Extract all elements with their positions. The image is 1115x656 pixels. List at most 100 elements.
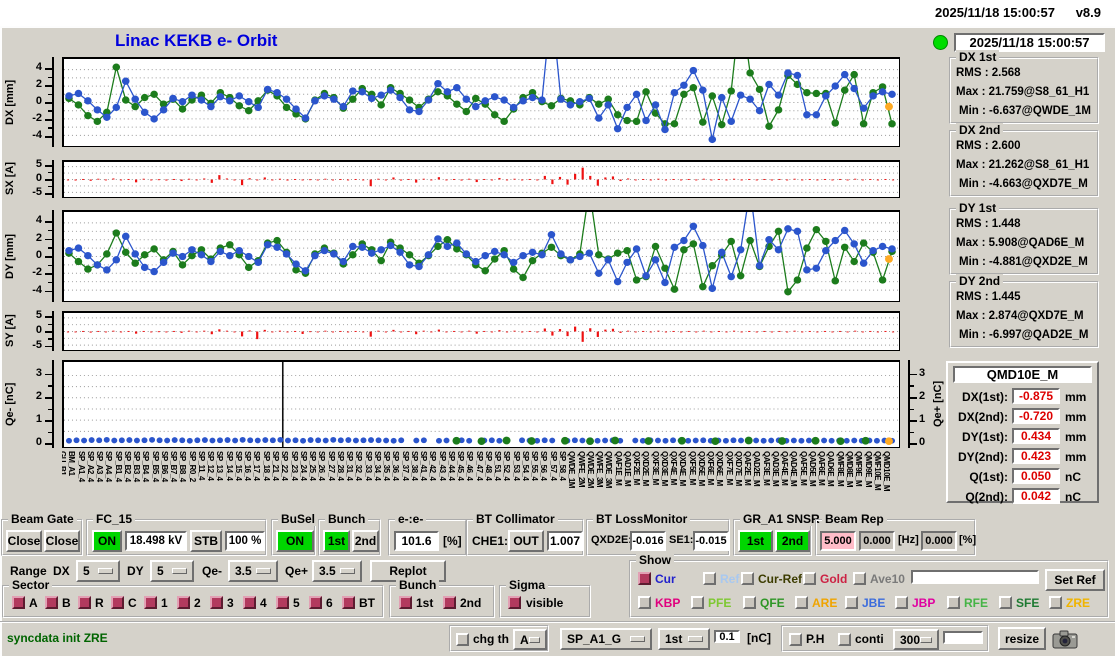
sector-checkbox-4[interactable] <box>243 596 256 609</box>
sector-checkbox-b[interactable] <box>45 596 58 609</box>
stats-min: Min : -6.997@QAD2E_M <box>959 329 1089 341</box>
monitor-row-value: 0.042 <box>1012 488 1060 504</box>
monitor-row-label: DY(2nd): <box>958 450 1008 464</box>
show-checkbox-jbe[interactable] <box>845 596 858 609</box>
screenshot-button[interactable] <box>1050 626 1080 651</box>
fc15-duty-value: 100 % <box>225 531 265 551</box>
bunch-2nd-button[interactable]: 2nd <box>352 530 379 552</box>
che1-out-button[interactable]: OUT <box>508 530 544 552</box>
xaxis-label: QXD2E_M <box>641 451 651 486</box>
xaxis-label: SP_17_4 <box>252 451 262 481</box>
major-tick-right <box>910 397 917 399</box>
busel-on-button[interactable]: ON <box>276 530 314 552</box>
xaxis-label: SP_23_4 <box>289 451 299 481</box>
busel-group: BuSel ON <box>271 512 319 556</box>
show-checkbox-kbp[interactable] <box>638 596 651 609</box>
show-checkbox-pfe[interactable] <box>691 596 704 609</box>
xaxis-label: QAF4E_M <box>780 451 790 486</box>
bunch-select-label: Bunch <box>396 578 440 592</box>
sector-checkbox-5[interactable] <box>276 596 289 609</box>
threshold-unit: [nC] <box>747 631 771 645</box>
range-dx-select[interactable]: 5 <box>76 560 120 582</box>
xaxis-label: QMF9E_M <box>854 451 864 487</box>
plot-q <box>62 360 900 448</box>
show-item-label: JBP <box>912 596 936 610</box>
range-dy-select[interactable]: 5 <box>150 560 194 582</box>
show-checkbox-qfe[interactable] <box>743 596 756 609</box>
bunch-1st-button[interactable]: 1st <box>323 530 350 552</box>
optionmenu-dash <box>256 568 271 574</box>
ref-name-input[interactable] <box>911 570 1039 584</box>
resize-button[interactable]: resize <box>998 627 1046 650</box>
show-checkbox-gold[interactable] <box>803 572 816 585</box>
bunch-checkbox-2nd[interactable] <box>443 596 456 609</box>
beam-gate-label: Beam Gate <box>8 512 77 526</box>
show-checkbox-sfe[interactable] <box>999 596 1012 609</box>
xaxis-label: QAD4E_M <box>789 451 799 487</box>
sector-checkbox-a[interactable] <box>12 596 25 609</box>
stats-box-title: DY 2nd <box>956 274 1004 288</box>
titlebar: 2025/11/18 15:00:57 v8.9 <box>0 0 1115 26</box>
xaxis-label: QAF1E_M <box>613 451 623 486</box>
show-checkbox-are[interactable] <box>795 596 808 609</box>
bt-lossmonitor-group: BT LossMonitor QXD2E: -0.016 SE1: -0.015 <box>586 512 730 556</box>
show-checkbox-ave10[interactable] <box>853 572 866 585</box>
sigma-visible-checkbox[interactable] <box>508 596 521 609</box>
range-qep-select[interactable]: 3.5 <box>312 560 362 582</box>
threshold-input[interactable] <box>714 630 740 643</box>
sector-checkbox-c[interactable] <box>111 596 124 609</box>
sector-checkbox-6[interactable] <box>309 596 322 609</box>
show-checkbox-rfe[interactable] <box>947 596 960 609</box>
xaxis-label: SP_16_4 <box>243 451 253 481</box>
count-select[interactable]: 300 <box>893 629 939 650</box>
beam-rep-pct-unit: [%] <box>959 534 977 546</box>
ytick-label: 0 <box>35 95 42 107</box>
sector-checkbox-bt[interactable] <box>342 596 355 609</box>
chg-th-checkbox[interactable] <box>456 633 469 646</box>
ph-checkbox[interactable] <box>789 633 802 646</box>
minor-tick <box>48 431 52 434</box>
range-qem-select[interactable]: 3.5 <box>228 560 278 582</box>
show-item-label: QFE <box>760 596 785 610</box>
se1-value: -0.015 <box>693 531 729 551</box>
beam-gate-close-1-button[interactable]: Close <box>6 530 42 552</box>
sector-checkbox-1[interactable] <box>144 596 157 609</box>
minor-tick <box>48 264 52 267</box>
fc15-on-button[interactable]: ON <box>92 530 122 552</box>
xaxis-label: QXD7E_M <box>733 451 743 486</box>
bunch-sel-select[interactable]: 1st <box>658 628 710 650</box>
xaxis-label: SP_B8_4 <box>178 451 188 482</box>
bunch-checkbox-1st[interactable] <box>399 596 412 609</box>
xaxis-label: QXF4E_M <box>669 451 679 485</box>
xaxis-label: SP_56_4 <box>539 451 549 481</box>
show-checkbox-zre[interactable] <box>1049 596 1062 609</box>
stats-box-title: DX 2nd <box>956 123 1004 137</box>
fc15-stb-button[interactable]: STB <box>190 530 222 552</box>
sp-select[interactable]: SP_A1_G <box>560 628 652 650</box>
optionmenu-dash <box>528 636 540 643</box>
show-checkbox-jbp[interactable] <box>895 596 908 609</box>
count-input[interactable] <box>943 631 983 644</box>
set-ref-button[interactable]: Set Ref <box>1045 569 1105 591</box>
sector-label: Sector <box>9 578 53 592</box>
chg-th-select[interactable]: A <box>513 629 547 650</box>
gr-snsr-1st-button[interactable]: 1st <box>738 530 773 552</box>
range-dx-label: DX <box>53 564 70 578</box>
xaxis-label: SP_A3_4 <box>95 451 104 482</box>
sector-checkbox-2[interactable] <box>177 596 190 609</box>
xaxis-label: SP_38_4 <box>409 451 419 481</box>
sector-checkbox-3[interactable] <box>210 596 223 609</box>
sector-checkbox-r[interactable] <box>78 596 91 609</box>
minor-tick <box>48 323 52 326</box>
xaxis-label: SP_B7_4 <box>169 451 179 482</box>
minor-tick <box>48 385 52 387</box>
show-checkbox-cur-ref[interactable] <box>741 572 754 585</box>
beam-gate-close-2-button[interactable]: Close <box>44 530 80 552</box>
conti-checkbox[interactable] <box>838 633 851 646</box>
xaxis-label: QXF3E_M <box>650 451 660 485</box>
show-checkbox-cur[interactable] <box>638 572 651 585</box>
show-checkbox-ref[interactable] <box>703 572 716 585</box>
xaxis-label: SP_27_4 <box>326 451 336 481</box>
gr-snsr-2nd-button[interactable]: 2nd <box>775 530 810 552</box>
ylabel-dx: DX [mm] <box>4 79 16 125</box>
